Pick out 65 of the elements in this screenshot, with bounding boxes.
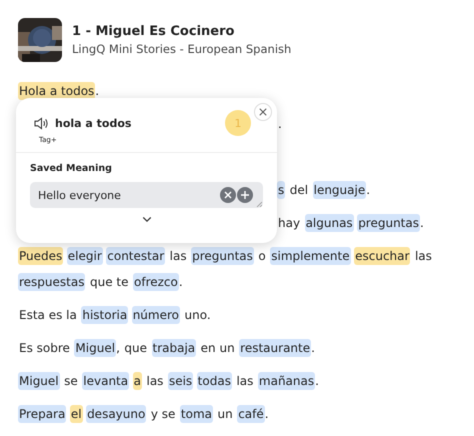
punctuation: . <box>178 275 183 289</box>
punctuation: , <box>116 341 120 355</box>
punctuation: . <box>420 216 424 230</box>
term-text: hola a todos <box>55 116 132 130</box>
word[interactable]: todas <box>196 372 232 390</box>
word[interactable]: s <box>277 181 286 199</box>
text-span: y se <box>150 406 176 423</box>
word[interactable]: Miguel <box>74 339 116 357</box>
text-span: uno. <box>184 307 212 324</box>
punctuation: . <box>264 407 269 421</box>
speaker-icon[interactable] <box>34 116 49 130</box>
word[interactable]: preguntas <box>191 247 254 265</box>
text-span: las <box>235 373 254 390</box>
text-span: las <box>145 373 164 390</box>
clear-icon[interactable] <box>220 187 236 203</box>
word[interactable]: trabaja <box>152 339 196 357</box>
word[interactable]: ofrezco <box>133 273 179 291</box>
word[interactable]: historia <box>81 306 128 324</box>
meaning-field[interactable]: Hello everyone <box>30 182 263 208</box>
word[interactable]: número <box>132 306 180 324</box>
text-span: un <box>216 406 234 423</box>
chevron-down-icon[interactable] <box>142 216 152 223</box>
word[interactable]: escuchar <box>354 247 410 265</box>
section-title: Saved Meaning <box>30 163 112 174</box>
word[interactable]: respuestas <box>18 273 86 291</box>
text-span: . <box>277 116 283 133</box>
word[interactable]: seis <box>168 372 194 390</box>
course-name: LingQ Mini Stories - European Spanish <box>72 42 292 56</box>
word[interactable]: el <box>70 405 83 423</box>
text-span: las <box>168 248 188 265</box>
text-span: Esta es la <box>18 307 78 324</box>
close-icon[interactable] <box>254 103 272 121</box>
word[interactable]: Puedes <box>18 247 64 265</box>
word[interactable]: toma <box>180 405 213 423</box>
punctuation: . <box>315 374 319 388</box>
word[interactable]: Miguel <box>18 372 60 390</box>
punctuation: . <box>95 84 100 98</box>
word[interactable]: simplemente <box>270 247 351 265</box>
text-span: hay <box>277 215 302 232</box>
word[interactable]: lenguaje <box>312 181 366 199</box>
word[interactable]: Prepara <box>18 405 66 423</box>
word[interactable]: café <box>237 405 265 423</box>
text-span: Es sobre <box>18 340 71 357</box>
word[interactable]: desayuno <box>86 405 146 423</box>
word[interactable]: mañanas <box>258 372 316 390</box>
text-span: en un <box>200 340 236 357</box>
text-span: las <box>414 248 433 265</box>
word[interactable]: restaurante <box>239 339 312 357</box>
text-span: o <box>257 248 267 265</box>
punctuation: . <box>311 341 315 355</box>
text-span: del <box>288 182 310 199</box>
add-icon[interactable] <box>237 187 253 203</box>
word[interactable]: levanta <box>82 372 130 390</box>
word[interactable]: Hola a todos <box>18 82 96 100</box>
word[interactable]: elegir <box>66 247 103 265</box>
punctuation: . <box>366 183 370 197</box>
text-span: se <box>63 373 79 390</box>
word[interactable]: preguntas <box>357 214 420 232</box>
word[interactable]: contestar <box>106 247 166 265</box>
lesson-title: 1 - Miguel Es Cocinero <box>72 24 236 39</box>
word[interactable]: a <box>132 372 142 390</box>
resize-grip-icon[interactable] <box>256 201 262 207</box>
text-span: que <box>123 340 148 357</box>
text-span: que te <box>88 274 130 291</box>
word[interactable]: algunas <box>304 214 354 232</box>
